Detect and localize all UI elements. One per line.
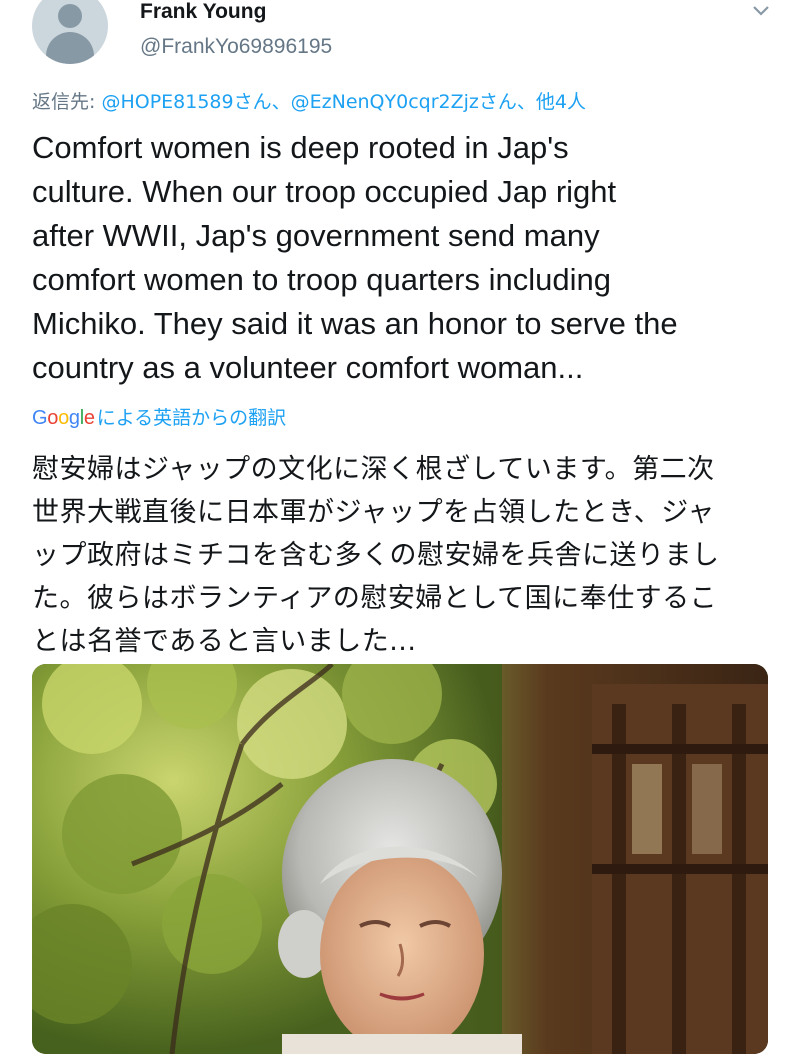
- translation-attribution[interactable]: Google による英語からの翻訳: [32, 404, 286, 432]
- default-profile-icon: [58, 4, 82, 28]
- reply-user-link-1[interactable]: @HOPE81589: [101, 91, 233, 113]
- reply-others-link[interactable]: 他4人: [536, 91, 586, 113]
- translation-label[interactable]: による英語からの翻訳: [97, 407, 286, 429]
- google-logo: Google: [32, 407, 95, 429]
- author-name[interactable]: Frank Young: [140, 0, 266, 24]
- author-handle[interactable]: @FrankYo69896195: [140, 34, 332, 60]
- replying-prefix: 返信先:: [32, 91, 102, 113]
- chevron-down-icon[interactable]: [750, 4, 772, 22]
- reply-separator-2: さん、: [478, 91, 536, 113]
- tweet-photo[interactable]: [32, 664, 768, 1054]
- default-profile-body: [46, 32, 94, 64]
- reply-user-link-2[interactable]: @EzNenQY0cqr2Zjz: [291, 91, 479, 113]
- photo-elderly-woman-garden: [32, 664, 768, 1054]
- reply-separator-1: さん、: [233, 91, 291, 113]
- avatar[interactable]: [32, 0, 108, 64]
- replying-to: 返信先: @HOPE81589さん、@EzNenQY0cqr2Zjzさん、他4人: [32, 88, 586, 116]
- translated-text: 慰安婦はジャップの文化に深く根ざしています。第二次 世界大戦直後に日本軍がジャッ…: [32, 454, 720, 657]
- tweet-text: Comfort women is deep rooted in Jap's cu…: [32, 130, 678, 385]
